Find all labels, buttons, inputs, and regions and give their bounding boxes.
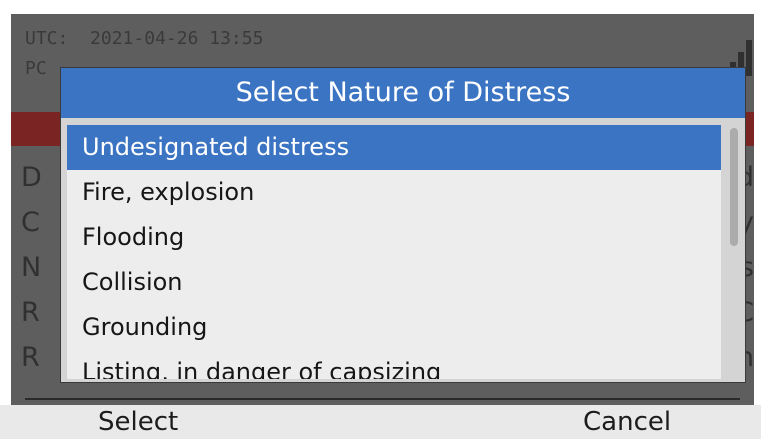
utc-label: UTC:	[25, 28, 69, 49]
list-scrollbar[interactable]	[730, 128, 738, 246]
list-item-undesignated-distress[interactable]: Undesignated distress	[67, 125, 721, 170]
distress-nature-list[interactable]: Undesignated distress Fire, explosion Fl…	[67, 125, 721, 379]
list-item-grounding[interactable]: Grounding	[67, 305, 721, 350]
position-label: PC	[25, 58, 47, 79]
background-row-left: N	[21, 252, 42, 283]
cancel-button[interactable]: Cancel	[583, 405, 671, 439]
utc-readout: UTC: 2021-04-26 13:55	[25, 28, 263, 49]
device-screen: UTC: 2021-04-26 13:55 PC D C N R R ed dy…	[11, 14, 754, 405]
background-row-left: C	[21, 207, 40, 238]
utc-value: 2021-04-26 13:55	[90, 28, 264, 49]
background-row-left: D	[21, 162, 42, 193]
list-item-flooding[interactable]: Flooding	[67, 215, 721, 260]
list-item-listing[interactable]: Listing, in danger of capsizing	[67, 350, 721, 379]
background-row-left: R	[21, 297, 40, 328]
list-item-collision[interactable]: Collision	[67, 260, 721, 305]
distress-nature-dialog: Select Nature of Distress Undesignated d…	[61, 68, 745, 382]
select-button[interactable]: Select	[98, 405, 178, 439]
background-row-left: R	[21, 342, 40, 373]
softkey-divider	[25, 398, 740, 400]
list-item-fire-explosion[interactable]: Fire, explosion	[67, 170, 721, 215]
dialog-title: Select Nature of Distress	[61, 68, 745, 118]
softkey-bar: Select Cancel	[0, 405, 761, 439]
